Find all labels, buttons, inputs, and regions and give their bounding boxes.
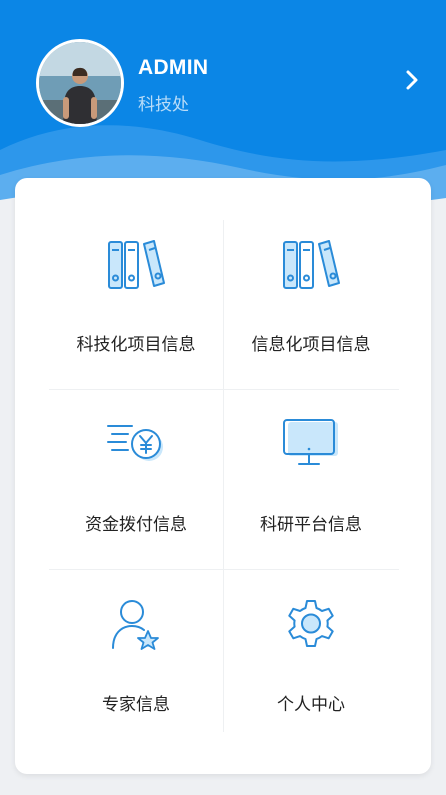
menu-item-label: 信息化项目信息 (251, 335, 371, 354)
menu-item-tech-projects[interactable]: 科技化项目信息 (49, 220, 223, 390)
menu-item-fund-allocation[interactable]: 资金拨付信息 (49, 400, 223, 570)
yuan-coin-icon (107, 425, 163, 461)
monitor-icon (283, 419, 338, 465)
menu-item-personal-center[interactable]: 个人中心 (224, 580, 398, 750)
avatar[interactable] (36, 39, 124, 127)
menu-item-label: 个人中心 (277, 695, 345, 714)
menu-item-label: 专家信息 (102, 695, 170, 714)
gear-icon (288, 600, 334, 647)
menu-item-info-projects[interactable]: 信息化项目信息 (224, 220, 398, 390)
menu-item-label: 科技化项目信息 (76, 335, 196, 354)
menu-card: 科技化项目信息 信息化项目信息 资金拨付信息 科研平台信息 专家信息 个人中心 (15, 178, 431, 774)
chevron-right-icon[interactable] (398, 66, 426, 94)
menu-grid: 科技化项目信息 信息化项目信息 资金拨付信息 科研平台信息 专家信息 个人中心 (49, 220, 399, 732)
avatar-photo (39, 42, 121, 124)
expert-user-icon (112, 600, 159, 650)
menu-item-research-platform[interactable]: 科研平台信息 (224, 400, 398, 570)
username: ADMIN (138, 56, 209, 79)
department-label: 科技处 (138, 95, 189, 114)
books-icon (283, 240, 340, 289)
menu-item-label: 科研平台信息 (260, 515, 362, 534)
books-icon (108, 240, 165, 289)
menu-item-experts[interactable]: 专家信息 (49, 580, 223, 750)
menu-item-label: 资金拨付信息 (85, 515, 187, 534)
